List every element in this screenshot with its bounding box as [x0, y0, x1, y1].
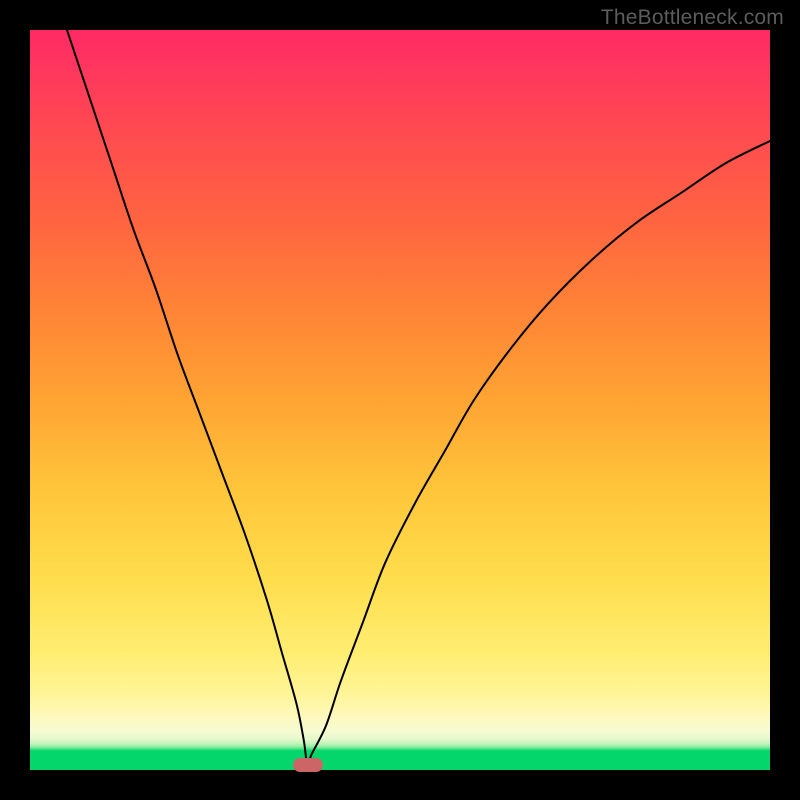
watermark-text: TheBottleneck.com [601, 6, 784, 30]
plot-area [30, 30, 770, 770]
optimum-marker [293, 758, 323, 772]
chart-frame: TheBottleneck.com [0, 0, 800, 800]
bottleneck-curve [30, 30, 770, 770]
